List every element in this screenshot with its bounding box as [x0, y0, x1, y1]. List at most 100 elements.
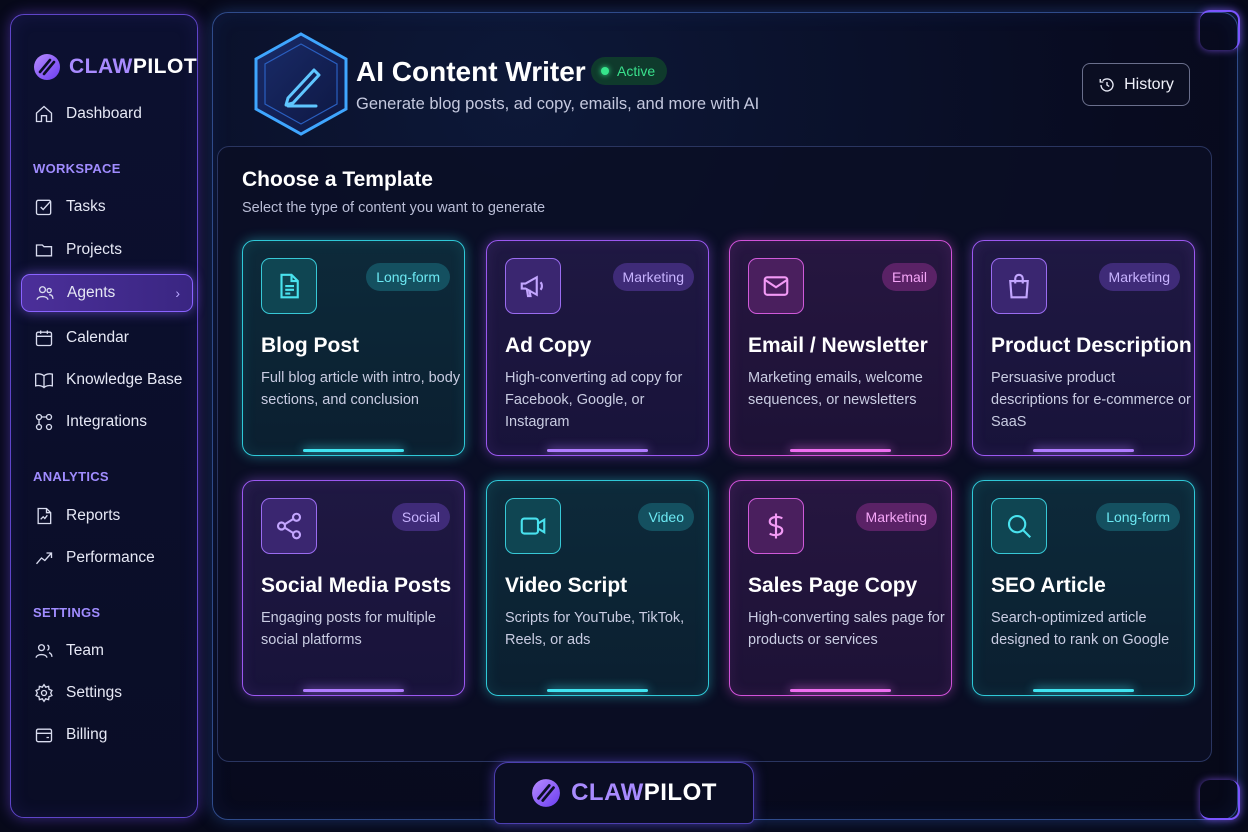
card-glow-line	[790, 689, 891, 692]
integrations-icon	[35, 413, 53, 431]
sidebar-item-label: Projects	[66, 241, 122, 258]
home-icon	[35, 105, 53, 123]
template-description: Full blog article with intro, body secti…	[261, 370, 461, 408]
sidebar-item-label: Calendar	[66, 329, 129, 346]
template-card-product-description[interactable]: Marketing Product Description Persuasive…	[972, 240, 1195, 456]
megaphone-icon	[505, 258, 561, 314]
sidebar-item-performance[interactable]: Performance	[12, 539, 192, 577]
template-card-seo-article[interactable]: Long-form SEO Article Search-optimized a…	[972, 480, 1195, 696]
template-title: Blog Post	[261, 334, 359, 357]
gear-icon	[35, 683, 53, 703]
frame-corner-accent	[1200, 780, 1240, 820]
status-dot-icon	[601, 67, 609, 75]
status-badge: Active	[591, 57, 668, 85]
template-title: Email / Newsletter	[748, 334, 928, 357]
trend-icon	[35, 552, 53, 565]
card-glow-line	[547, 449, 648, 452]
template-description: Marketing emails, welcome sequences, or …	[748, 370, 923, 408]
share-icon	[261, 498, 317, 554]
sidebar-item-label: Tasks	[66, 198, 106, 215]
video-camera-icon	[505, 498, 561, 554]
template-card-social-media-posts[interactable]: Social Social Media Posts Engaging posts…	[242, 480, 465, 696]
template-tag: Marketing	[612, 263, 694, 291]
template-description: Scripts for YouTube, TikTok, Reels, or a…	[505, 610, 685, 648]
sidebar-item-agents[interactable]: Agents ›	[21, 274, 193, 312]
status-label: Active	[617, 63, 656, 79]
calendar-icon	[35, 330, 53, 347]
card-glow-line	[1033, 449, 1134, 452]
template-title: Ad Copy	[505, 334, 592, 357]
sidebar-item-label: Dashboard	[66, 105, 142, 122]
sidebar-item-settings[interactable]: Settings	[12, 674, 192, 712]
sidebar-logo[interactable]: CLAWPILOT	[33, 53, 197, 81]
section-label-analytics: ANALYTICS	[33, 469, 109, 484]
billing-icon	[35, 728, 53, 743]
sidebar-item-integrations[interactable]: Integrations	[12, 403, 192, 441]
section-label-settings: SETTINGS	[33, 605, 101, 620]
mail-icon	[748, 258, 804, 314]
shopping-bag-icon	[991, 258, 1047, 314]
report-icon	[37, 507, 52, 525]
users-icon	[36, 286, 54, 300]
page-title: AI Content Writer	[356, 56, 586, 87]
clawpilot-logo-icon	[532, 779, 561, 807]
sidebar-item-tasks[interactable]: Tasks	[12, 188, 192, 226]
template-card-blog-post[interactable]: Long-form Blog Post Full blog article wi…	[242, 240, 465, 456]
chevron-right-icon: ›	[175, 285, 180, 301]
checklist-icon	[35, 199, 52, 216]
card-glow-line	[790, 449, 891, 452]
template-description: Persuasive product descriptions for e-co…	[991, 370, 1191, 430]
template-tag: Social	[391, 503, 450, 531]
sidebar-item-label: Integrations	[66, 413, 147, 430]
brand-name: CLAWPILOT	[69, 55, 198, 78]
sidebar-item-label: Performance	[66, 549, 155, 566]
template-description: High-converting ad copy for Facebook, Go…	[505, 370, 683, 430]
template-card-sales-page-copy[interactable]: Marketing Sales Page Copy High-convertin…	[729, 480, 952, 696]
template-tag: Email	[881, 263, 937, 291]
pen-hexagon-icon	[254, 32, 348, 136]
sidebar-item-calendar[interactable]: Calendar	[12, 319, 192, 357]
sidebar-item-billing[interactable]: Billing	[12, 716, 192, 754]
footer-brand: CLAWPILOT	[494, 762, 754, 824]
footer-brand-name: CLAWPILOT	[571, 779, 717, 806]
sidebar-item-label: Billing	[66, 726, 108, 743]
card-glow-line	[547, 689, 648, 692]
card-glow-line	[303, 689, 404, 692]
template-tag: Video	[638, 503, 694, 531]
template-title: Video Script	[505, 574, 628, 597]
sidebar-item-reports[interactable]: Reports	[12, 497, 192, 535]
template-title: Sales Page Copy	[748, 574, 918, 597]
team-icon	[35, 644, 53, 658]
template-card-video-script[interactable]: Video Video Script Scripts for YouTube, …	[486, 480, 709, 696]
sidebar-item-label: Reports	[66, 507, 121, 524]
sidebar-item-projects[interactable]: Projects	[12, 231, 192, 269]
template-tag: Long-form	[1096, 503, 1180, 531]
template-tag: Marketing	[855, 503, 937, 531]
template-card-ad-copy[interactable]: Marketing Ad Copy High-converting ad cop…	[486, 240, 709, 456]
search-icon	[991, 498, 1047, 554]
book-open-icon	[35, 373, 53, 389]
clawpilot-logo-icon	[34, 54, 60, 80]
frame-corner-accent	[1200, 10, 1240, 50]
history-icon	[1099, 77, 1114, 92]
template-section-title: Choose a Template	[242, 168, 433, 191]
document-icon	[261, 258, 317, 314]
template-tag: Long-form	[366, 263, 450, 291]
template-card-email-newsletter[interactable]: Email Email / Newsletter Marketing email…	[729, 240, 952, 456]
sidebar-item-label: Agents	[67, 284, 116, 301]
sidebar-item-dashboard[interactable]: Dashboard	[12, 95, 192, 133]
template-title: Social Media Posts	[261, 574, 452, 597]
template-tag: Marketing	[1098, 263, 1180, 291]
template-description: High-converting sales page for products …	[748, 610, 945, 648]
sidebar-item-team[interactable]: Team	[12, 632, 192, 670]
history-button[interactable]: History	[1082, 63, 1190, 106]
sidebar-item-label: Settings	[66, 684, 123, 701]
page-subtitle: Generate blog posts, ad copy, emails, an…	[356, 95, 760, 113]
template-title: SEO Article	[991, 574, 1106, 597]
template-description: Engaging posts for multiple social platf…	[261, 610, 436, 648]
sidebar-item-label: Team	[66, 642, 104, 659]
folder-icon	[35, 244, 53, 257]
sidebar-item-knowledge-base[interactable]: Knowledge Base	[12, 361, 192, 399]
template-description: Search-optimized article designed to ran…	[991, 610, 1170, 648]
dollar-icon	[748, 498, 804, 554]
